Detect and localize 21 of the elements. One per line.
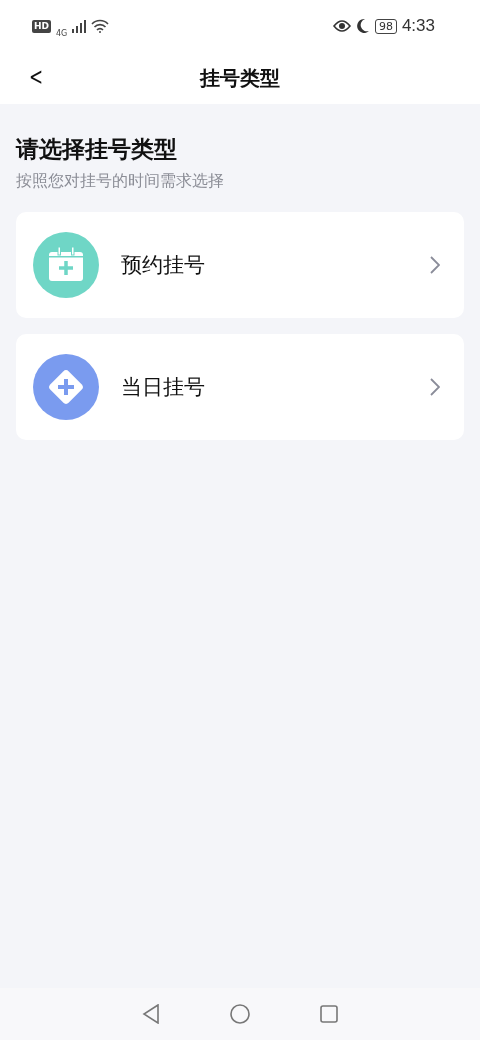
option-label: 当日挂号 — [121, 374, 206, 401]
section-subtitle: 按照您对挂号的时间需求选择 — [16, 171, 225, 192]
option-card[interactable]: 当日挂号 — [16, 334, 464, 440]
chevron-icon — [430, 378, 440, 396]
network-label: 4G — [56, 28, 68, 38]
hd-badge: HD — [32, 19, 51, 33]
home-nav-icon[interactable] — [230, 1004, 250, 1024]
chevron-icon — [430, 256, 440, 274]
option-card[interactable]: 预约挂号 — [16, 212, 464, 318]
battery-level: 98 — [374, 18, 397, 34]
clock: 4:33 — [401, 16, 435, 36]
page-title: 挂号类型 — [200, 64, 280, 92]
back-nav-icon[interactable] — [142, 1004, 160, 1024]
eye-icon — [332, 19, 351, 33]
section-heading: 请选择挂号类型 — [16, 135, 178, 164]
signal-icon — [72, 19, 87, 33]
wifi-icon — [91, 19, 110, 33]
back-button[interactable]: < — [29, 64, 44, 90]
option-label: 预约挂号 — [121, 252, 206, 279]
recents-nav-icon[interactable] — [320, 1005, 338, 1023]
moon-icon — [355, 18, 370, 34]
